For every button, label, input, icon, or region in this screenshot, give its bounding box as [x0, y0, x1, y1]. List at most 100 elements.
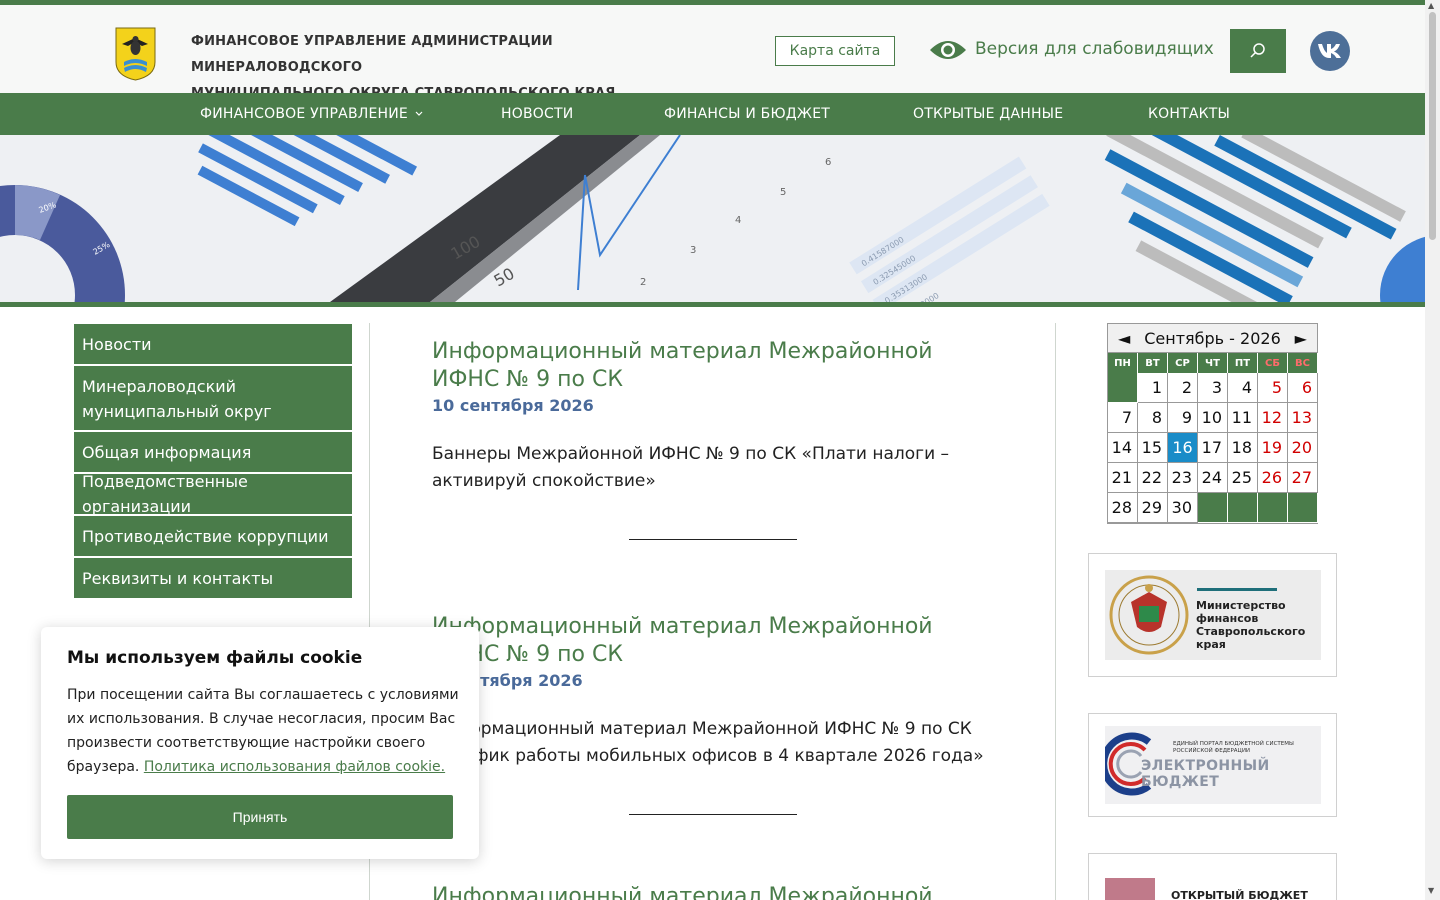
calendar-day[interactable]: 17	[1198, 433, 1228, 463]
calendar-day[interactable]: 13	[1288, 403, 1318, 433]
news-title-link[interactable]: Информационный материал Межрайонной ИФНС…	[432, 338, 992, 394]
open-budget-image	[1105, 878, 1155, 900]
banner-label-4: 4	[735, 215, 741, 226]
sidebar-item-district[interactable]: Минераловодский муниципальный округ	[74, 366, 352, 432]
calendar-prev-button[interactable]: ◄	[1118, 329, 1130, 348]
nav-item-finance-budget[interactable]: ФИНАНСЫ И БЮДЖЕТ	[664, 93, 830, 135]
calendar-empty-cell	[1258, 493, 1288, 523]
calendar-month-label: Сентябрь - 2026	[1144, 328, 1281, 348]
calendar-next-button[interactable]: ►	[1295, 329, 1307, 348]
calendar-empty-cell	[1288, 493, 1318, 523]
banner-label-6: 6	[825, 157, 831, 168]
calendar-day[interactable]: 29	[1138, 493, 1168, 523]
search-button[interactable]	[1230, 29, 1286, 73]
calendar-day[interactable]: 5	[1258, 373, 1288, 403]
calendar-day[interactable]: 30	[1168, 493, 1198, 523]
coat-of-arms-logo[interactable]	[114, 26, 157, 81]
calendar-empty-cell	[1198, 493, 1228, 523]
site-header: ФИНАНСОВОЕ УПРАВЛЕНИЕ АДМИНИСТРАЦИИ МИНЕ…	[0, 5, 1425, 101]
nav-item-contacts[interactable]: КОНТАКТЫ	[1148, 93, 1230, 135]
eye-icon[interactable]	[929, 38, 967, 62]
calendar-day[interactable]: 15	[1138, 433, 1168, 463]
calendar-day[interactable]: 23	[1168, 463, 1198, 493]
calendar-day[interactable]: 22	[1138, 463, 1168, 493]
news-text: Баннеры Межрайонной ИФНС № 9 по СК «Плат…	[432, 444, 950, 491]
calendar-grid: ПН ВТ СР ЧТ ПТ СБ ВС 1 2 3 4 5 6 7 8 9 10 11 12 13 14 15 16 17 1…	[1108, 353, 1318, 523]
sidebar-item-requisites[interactable]: Реквизиты и контакты	[74, 558, 352, 600]
news-separator	[629, 539, 797, 540]
sitemap-button[interactable]: Карта сайта	[775, 36, 895, 66]
calendar-empty-cell	[1108, 373, 1138, 403]
calendar-day[interactable]: 11	[1228, 403, 1258, 433]
calendar-weekday: ПН	[1108, 353, 1138, 373]
cookie-policy-link[interactable]: Политика использования файлов cookie.	[144, 759, 445, 775]
news-date: 9 сентября 2026	[432, 671, 583, 690]
calendar-day[interactable]: 6	[1288, 373, 1318, 403]
calendar-weekday: ВС	[1288, 353, 1318, 373]
hero-banner-image: 20% 25% 100 50 2 3 4 5 6 0.41587000 0.32…	[0, 135, 1425, 302]
sidebar-item-anti-corruption[interactable]: Противодействие коррупции	[74, 516, 352, 558]
banner-label-2: 2	[640, 277, 646, 288]
calendar-weekday: ВТ	[1138, 353, 1168, 373]
sidebar-item-subordinate-orgs[interactable]: Подведомственные организации	[74, 472, 352, 516]
calendar-day[interactable]: 20	[1288, 433, 1318, 463]
nav-item-open-data[interactable]: ОТКРЫТЫЕ ДАННЫЕ	[913, 93, 1063, 135]
calendar-day[interactable]: 9	[1168, 403, 1198, 433]
calendar-day-today[interactable]: 16	[1168, 433, 1198, 463]
budget-portal-line2: РОССИЙСКОЙ ФЕДЕРАЦИИ	[1173, 748, 1251, 754]
banner-bottom-line	[0, 302, 1425, 307]
calendar-day[interactable]: 7	[1108, 403, 1138, 433]
minfin-caption-line1: Министерство	[1196, 599, 1286, 612]
budget-title: ЭЛЕКТРОННЫЙ БЮДЖЕТ	[1141, 758, 1270, 790]
main-navigation: ФИНАНСОВОЕ УПРАВЛЕНИЕ НОВОСТИ ФИНАНСЫ И …	[0, 93, 1425, 135]
cookie-accept-button[interactable]: Принять	[67, 795, 453, 839]
calendar-day[interactable]: 26	[1258, 463, 1288, 493]
calendar-day[interactable]: 25	[1228, 463, 1258, 493]
scrollbar-thumb[interactable]	[1429, 12, 1436, 240]
calendar-day[interactable]: 10	[1198, 403, 1228, 433]
nav-item-news[interactable]: НОВОСТИ	[501, 93, 573, 135]
calendar-weekday: ЧТ	[1198, 353, 1228, 373]
news-item: Информационный материал Межрайонной ИФНС…	[432, 613, 992, 770]
calendar-day[interactable]: 3	[1198, 373, 1228, 403]
calendar-day[interactable]: 21	[1108, 463, 1138, 493]
news-title-link[interactable]: Информационный материал Межрайонной ИФНС…	[432, 613, 992, 669]
news-date: 10 сентября 2026	[432, 396, 594, 415]
electronic-budget-banner[interactable]: ЕДИНЫЙ ПОРТАЛ БЮДЖЕТНОЙ СИСТЕМЫ РОССИЙСК…	[1088, 713, 1337, 817]
calendar-day[interactable]: 27	[1288, 463, 1318, 493]
calendar-empty-cell	[1228, 493, 1258, 523]
sidebar-item-news[interactable]: Новости	[74, 324, 352, 366]
chevron-down-icon[interactable]	[414, 104, 424, 124]
news-separator	[629, 814, 797, 815]
calendar-day[interactable]: 12	[1258, 403, 1288, 433]
calendar-day[interactable]: 19	[1258, 433, 1288, 463]
minfin-emblem-icon	[1109, 575, 1189, 655]
sidebar-menu: Новости Минераловодский муниципальный ок…	[74, 324, 352, 600]
nav-item-finance-department[interactable]: ФИНАНСОВОЕ УПРАВЛЕНИЕ	[200, 93, 408, 135]
banner-illustration: 20% 25% 100 50 2 3 4 5 6 0.41587000 0.32…	[0, 135, 1425, 302]
cookie-consent-dialog: Мы используем файлы cookie При посещении…	[41, 627, 479, 859]
calendar-day[interactable]: 1	[1138, 373, 1168, 403]
scroll-up-arrow-icon[interactable]: ▲	[1428, 1, 1434, 10]
cookie-title: Мы используем файлы cookie	[67, 648, 363, 668]
site-title-line1: ФИНАНСОВОЕ УПРАВЛЕНИЕ АДМИНИСТРАЦИИ МИНЕ…	[191, 34, 553, 75]
calendar-day[interactable]: 2	[1168, 373, 1198, 403]
calendar-day[interactable]: 18	[1228, 433, 1258, 463]
calendar-day[interactable]: 14	[1108, 433, 1138, 463]
news-title-link[interactable]: Информационный материал Межрайонной	[432, 883, 992, 900]
sidebar-item-general-info[interactable]: Общая информация	[74, 432, 352, 474]
calendar-weekday: ПТ	[1228, 353, 1258, 373]
low-vision-link[interactable]: Версия для слабовидящих	[975, 39, 1214, 59]
calendar-weekday: СР	[1168, 353, 1198, 373]
calendar-day[interactable]: 4	[1228, 373, 1258, 403]
minfin-banner[interactable]: Министерство финансов Ставропольского кр…	[1088, 553, 1337, 677]
calendar-day[interactable]: 28	[1108, 493, 1138, 523]
vk-button[interactable]	[1310, 31, 1350, 71]
scroll-down-arrow-icon[interactable]: ▼	[1428, 886, 1434, 895]
budget-portal-caption: ЕДИНЫЙ ПОРТАЛ БЮДЖЕТНОЙ СИСТЕМЫ РОССИЙСК…	[1173, 741, 1294, 755]
calendar-day[interactable]: 8	[1138, 403, 1168, 433]
open-budget-banner[interactable]: ОТКРЫТЫЙ БЮДЖЕТ	[1088, 853, 1337, 900]
calendar-day[interactable]: 24	[1198, 463, 1228, 493]
minfin-caption-line3: Ставропольского края	[1196, 625, 1306, 651]
page-scrollbar[interactable]: ▲ ▼	[1425, 0, 1440, 900]
